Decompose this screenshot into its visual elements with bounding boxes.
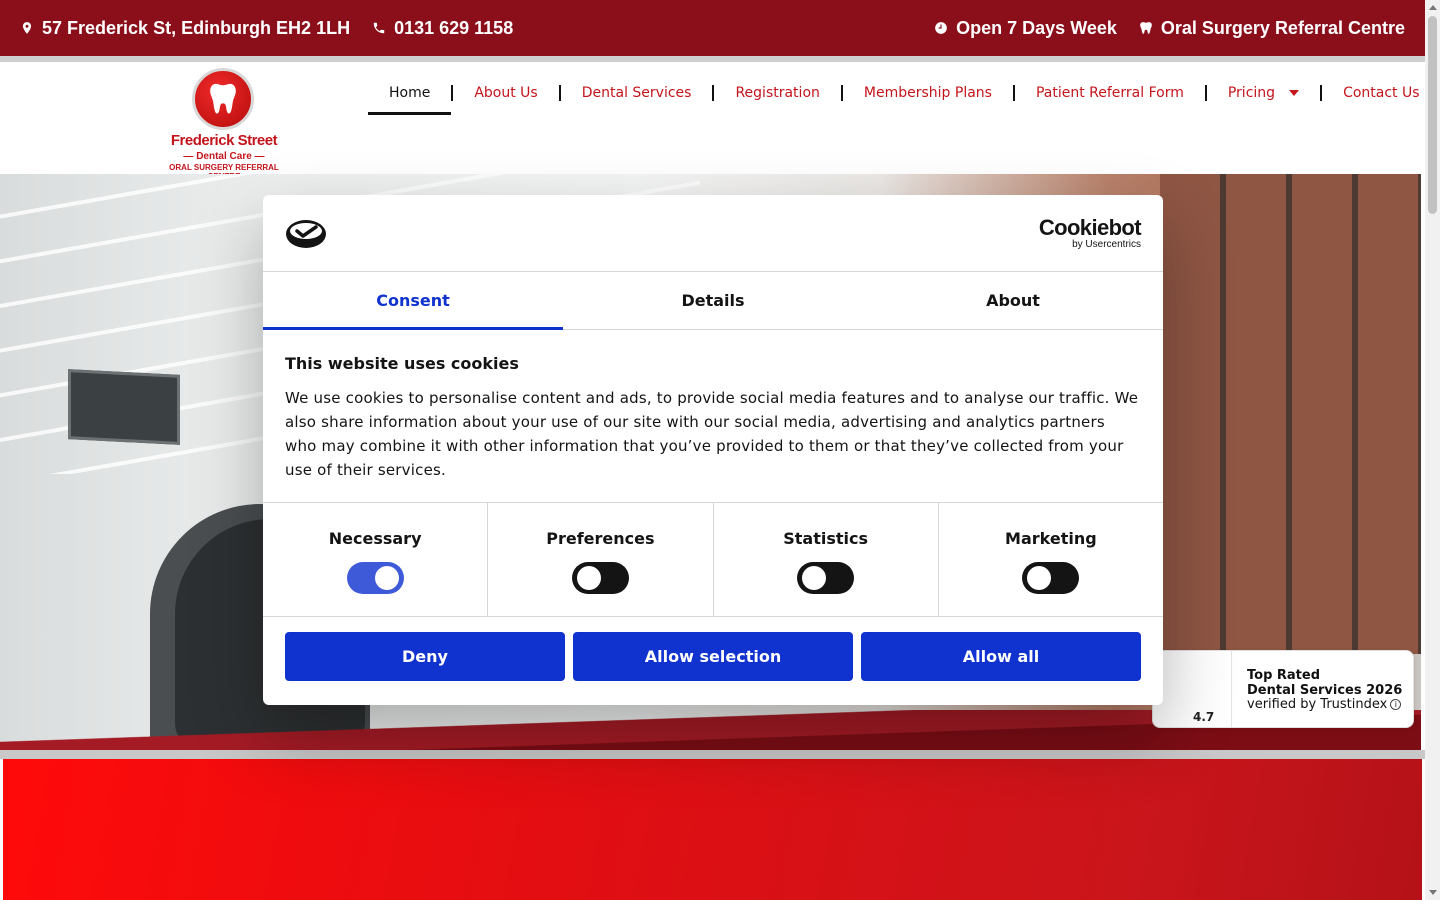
toggle-preferences-label: Preferences <box>546 529 655 548</box>
allow-selection-button[interactable]: Allow selection <box>573 632 853 681</box>
cookiebot-brand: Cookiebot <box>1038 215 1142 240</box>
tooth-icon <box>1140 22 1152 34</box>
nav-services-label: Dental Services <box>581 85 692 101</box>
toggle-preferences: Preferences <box>488 503 714 616</box>
top-info-bar: 57 Frederick St, Edinburgh EH2 1LH 0131 … <box>0 0 1425 56</box>
dialog-buttons: Deny Allow selection Allow all <box>263 617 1163 681</box>
hero-monitor <box>68 369 180 445</box>
trustindex-badge[interactable]: 4.7 Top Rated Dental Services 2026 verif… <box>1152 650 1414 728</box>
badge-rating-panel: 4.7 <box>1153 651 1232 727</box>
logo-line1: Frederick Street <box>170 132 278 149</box>
nav-registration[interactable]: Registration <box>714 85 840 101</box>
referral-item[interactable]: Oral Surgery Referral Centre <box>1139 18 1405 39</box>
hours-text: Open 7 Days Week <box>956 17 1117 38</box>
referral-text: Oral Surgery Referral Centre <box>1160 17 1405 38</box>
toggle-necessary: Necessary <box>263 503 489 616</box>
marketing-switch[interactable] <box>1022 562 1080 594</box>
nav-referral-label: Patient Referral Form <box>1035 85 1184 101</box>
necessary-switch[interactable] <box>346 562 404 594</box>
consent-toggles: Necessary Preferences Statistics Marketi… <box>263 503 1163 617</box>
dialog-body: This website uses cookies We use cookies… <box>263 330 1163 503</box>
statistics-switch[interactable] <box>797 562 855 594</box>
cookie-logo-icon <box>286 220 326 248</box>
dialog-description: We use cookies to personalise content an… <box>285 389 1139 479</box>
main-nav: Home About Us Dental Services Registrati… <box>368 80 1440 115</box>
toggle-necessary-label: Necessary <box>328 529 422 548</box>
toggle-statistics-label: Statistics <box>783 529 868 548</box>
section-divider <box>0 750 1425 759</box>
tab-consent[interactable]: Consent <box>263 272 563 330</box>
location-pin-icon <box>22 22 32 34</box>
badge-line1: Top Rated <box>1247 668 1321 683</box>
switch-knob <box>1027 566 1052 590</box>
caret-down-icon <box>1289 90 1300 96</box>
nav-membership-label: Membership Plans <box>863 85 992 101</box>
allow-all-button[interactable]: Allow all <box>861 632 1141 681</box>
tab-details[interactable]: Details <box>563 272 863 329</box>
badge-line2: Dental Services 2026 <box>1247 683 1403 698</box>
nav-home[interactable]: Home <box>368 85 452 115</box>
clock-icon <box>935 22 947 34</box>
switch-knob <box>576 566 601 590</box>
nav-membership-plans[interactable]: Membership Plans <box>843 85 1013 101</box>
nav-about-us[interactable]: About Us <box>453 85 558 101</box>
dialog-header: Cookiebot by Usercentrics <box>263 195 1163 272</box>
cookiebot-logo[interactable]: Cookiebot by Usercentrics <box>1038 215 1142 250</box>
scrollbar-thumb[interactable] <box>1428 16 1437 214</box>
badge-verified: verified by Trustindex <box>1247 697 1388 712</box>
cookie-consent-dialog: Cookiebot by Usercentrics Consent Detail… <box>263 195 1163 705</box>
hours-item: Open 7 Days Week <box>934 18 1117 39</box>
nav-patient-referral-form[interactable]: Patient Referral Form <box>1015 85 1205 101</box>
preferences-switch[interactable] <box>571 562 629 594</box>
logo-emblem <box>192 68 254 130</box>
badge-rating: 4.7 <box>1193 710 1215 724</box>
site-logo[interactable]: Frederick Street — Dental Care — ORAL SU… <box>154 68 294 181</box>
red-section <box>3 759 1422 900</box>
switch-knob <box>802 566 827 590</box>
address-item[interactable]: 57 Frederick St, Edinburgh EH2 1LH <box>20 18 350 39</box>
nav-registration-label: Registration <box>735 85 820 101</box>
nav-pricing-label: Pricing <box>1227 85 1276 101</box>
nav-contact-label: Contact Us <box>1343 85 1420 101</box>
phone-item[interactable]: 0131 629 1158 <box>372 18 513 39</box>
toggle-statistics: Statistics <box>714 503 939 616</box>
cookiebot-brand-sub: by Usercentrics <box>1072 239 1141 250</box>
logo-line2: — Dental Care — <box>183 151 265 162</box>
info-icon[interactable]: i <box>1390 699 1402 710</box>
toggle-marketing: Marketing <box>939 503 1163 616</box>
nav-about-label: About Us <box>474 85 538 101</box>
phone-icon <box>373 22 385 34</box>
tooth-icon <box>210 83 236 114</box>
nav-pricing[interactable]: Pricing <box>1207 85 1320 101</box>
nav-home-label: Home <box>389 85 431 101</box>
site-header: Frederick Street — Dental Care — ORAL SU… <box>0 62 1425 181</box>
nav-dental-services[interactable]: Dental Services <box>561 85 713 101</box>
tab-about[interactable]: About <box>863 272 1163 329</box>
deny-button[interactable]: Deny <box>285 632 565 681</box>
switch-knob <box>374 566 399 590</box>
scroll-down-arrow-icon[interactable] <box>1428 890 1437 895</box>
phone-text: 0131 629 1158 <box>394 17 514 38</box>
badge-line3: verified by Trustindex i <box>1247 697 1402 712</box>
address-text: 57 Frederick St, Edinburgh EH2 1LH <box>42 17 351 38</box>
page-scrollbar[interactable] <box>1425 0 1440 900</box>
scroll-up-arrow-icon[interactable] <box>1428 5 1437 10</box>
hero-brick-windows <box>1160 174 1421 654</box>
toggle-marketing-label: Marketing <box>1005 529 1097 548</box>
dialog-tabs: Consent Details About <box>263 272 1163 330</box>
dialog-title: This website uses cookies <box>285 354 519 373</box>
nav-contact-us[interactable]: Contact Us <box>1322 85 1440 101</box>
